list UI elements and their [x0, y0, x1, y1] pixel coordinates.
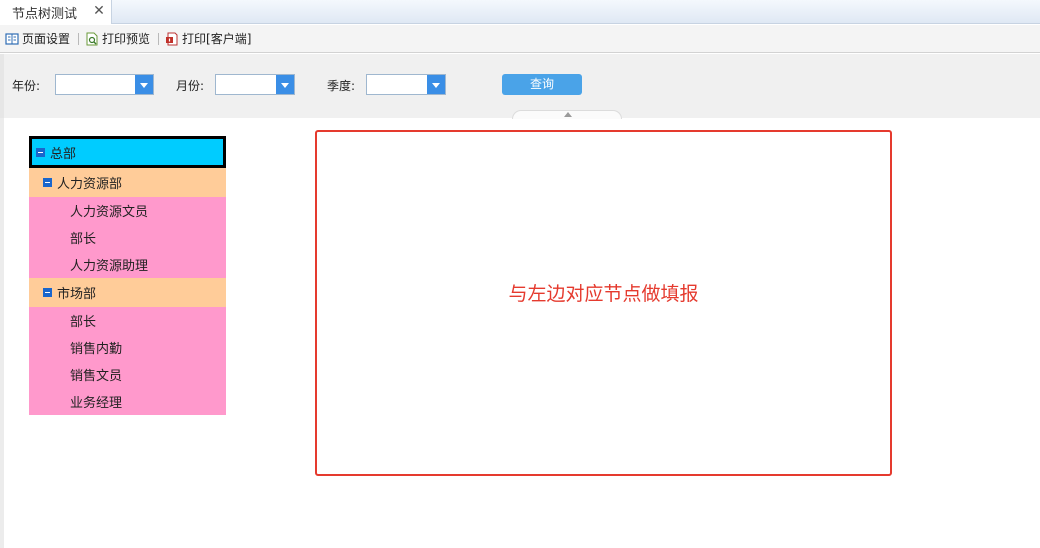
tree-node-label: 人力资源助理: [70, 259, 149, 274]
tree-node-leaf[interactable]: 部长: [29, 224, 226, 251]
tab-node-tree-test[interactable]: 节点树测试 ✕: [0, 0, 112, 24]
print-preview-label: 打印预览: [102, 32, 151, 46]
collapse-icon[interactable]: [43, 178, 52, 187]
chevron-down-icon[interactable]: [427, 75, 445, 94]
tree-node-leaf[interactable]: 业务经理: [29, 388, 226, 415]
tree-node-label: 市场部: [57, 287, 97, 302]
tree-node-root[interactable]: 总部: [29, 136, 226, 168]
tree-node-label: 人力资源部: [57, 177, 123, 192]
query-button[interactable]: 查询: [502, 74, 582, 95]
tree-node-leaf[interactable]: 销售内勤: [29, 334, 226, 361]
year-label: 年份:: [12, 79, 41, 93]
panel-message: 与左边对应节点做填报: [508, 283, 699, 305]
tree-node-label: 销售文员: [70, 369, 123, 384]
tree-node-leaf[interactable]: 部长: [29, 307, 226, 334]
parameter-pane: 年份: 月份: 季度: 查询: [0, 54, 1040, 119]
tree-node-leaf[interactable]: 人力资源文员: [29, 197, 226, 224]
tab-bar: 节点树测试 ✕: [0, 0, 1040, 24]
close-icon[interactable]: ✕: [92, 4, 106, 18]
toolbar-divider: [78, 32, 80, 45]
collapse-icon[interactable]: [36, 147, 45, 157]
tree-node-label: 部长: [70, 315, 97, 330]
collapse-parameter-pane-handle[interactable]: [512, 110, 622, 119]
tree-node-leaf[interactable]: 销售文员: [29, 361, 226, 388]
chevron-down-icon[interactable]: [135, 75, 153, 94]
tree-node-leaf[interactable]: 人力资源助理: [29, 251, 226, 278]
print-client-button[interactable]: 打印[客户端]: [165, 29, 251, 49]
page-setup-icon: [5, 32, 19, 45]
tree-node-label: 总部: [50, 146, 77, 162]
print-client-icon: [166, 32, 178, 45]
chevron-down-icon[interactable]: [276, 75, 294, 94]
month-label: 月份:: [176, 79, 205, 93]
quarter-label: 季度:: [327, 79, 356, 93]
tree-node-label: 部长: [70, 232, 97, 247]
tree-node-label: 销售内勤: [70, 342, 123, 357]
page-setup-label: 页面设置: [22, 32, 71, 46]
toolbar-divider: [158, 32, 160, 45]
node-tree: 总部 人力资源部 人力资源文员 部长 人力资源助理 市场部 部长 销售内勤 销售…: [29, 136, 226, 415]
print-preview-icon: [86, 32, 98, 45]
report-toolbar: 页面设置 打印预览 打印[客户端]: [0, 25, 1040, 53]
tree-node-label: 业务经理: [70, 396, 123, 411]
year-combobox[interactable]: [55, 74, 154, 95]
tree-node-department[interactable]: 市场部: [29, 278, 226, 307]
collapse-icon[interactable]: [43, 288, 52, 297]
fill-report-panel: 与左边对应节点做填报: [315, 130, 892, 476]
tree-node-label: 人力资源文员: [70, 205, 149, 220]
tree-node-department[interactable]: 人力资源部: [29, 168, 226, 197]
month-combobox[interactable]: [215, 74, 295, 95]
page-setup-button[interactable]: 页面设置: [5, 29, 70, 49]
print-preview-button[interactable]: 打印预览: [85, 29, 150, 49]
content-edge: [0, 118, 4, 548]
tab-title: 节点树测试: [12, 6, 78, 22]
quarter-combobox[interactable]: [366, 74, 446, 95]
print-client-label: 打印[客户端]: [182, 32, 252, 46]
